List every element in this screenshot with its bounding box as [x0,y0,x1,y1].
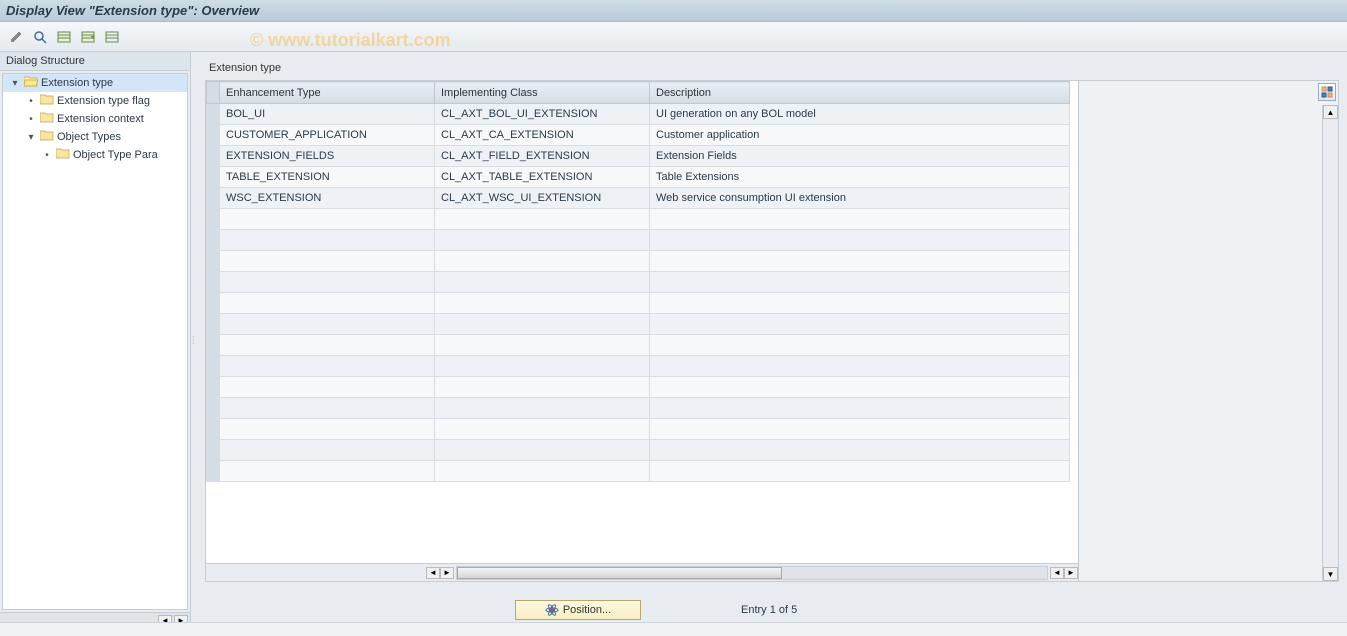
tree-item-label: Extension context [57,113,144,125]
tree-item[interactable]: • Extension type flag [3,92,187,110]
tree-item[interactable]: • Object Type Para [3,146,187,164]
cell-implementing-class[interactable]: CL_AXT_TABLE_EXTENSION [435,167,650,188]
col-header-description[interactable]: Description [650,82,1070,104]
cell-description[interactable]: UI generation on any BOL model [650,104,1070,125]
position-icon [545,603,559,617]
cell-description[interactable]: Customer application [650,125,1070,146]
folder-icon [21,76,41,90]
table-row-empty [207,209,1070,230]
folder-icon [37,130,57,144]
cell-enhancement-type[interactable]: TABLE_EXTENSION [220,167,435,188]
cell-implementing-class[interactable]: CL_AXT_FIELD_EXTENSION [435,146,650,167]
cell-description[interactable]: Web service consumption UI extension [650,188,1070,209]
cell-implementing-class[interactable]: CL_AXT_WSC_UI_EXTENSION [435,188,650,209]
print-button[interactable] [102,27,122,47]
table-row-empty [207,272,1070,293]
footer: Position... Entry 1 of 5 [205,600,1339,620]
tree-toggle-icon[interactable]: ▾ [25,132,37,143]
tree-item[interactable]: ▾ Object Types [3,128,187,146]
grid-wrap: Enhancement Type Implementing Class Desc… [205,80,1339,582]
sidebar-header: Dialog Structure [0,52,190,71]
table-row[interactable]: EXTENSION_FIELDSCL_AXT_FIELD_EXTENSIONEx… [207,146,1070,167]
tree-item[interactable]: ▾ Extension type [3,74,187,92]
folder-icon [37,112,57,126]
splitter[interactable]: ··· [191,52,197,628]
scroll-up-icon[interactable]: ▲ [1323,105,1338,119]
grip-icon: ··· [192,336,195,345]
content: Extension type Enhancement Type Implemen… [197,52,1347,628]
table-row-empty [207,251,1070,272]
scroll-left-icon[interactable]: ◄ [1050,567,1064,579]
scroll-down-icon[interactable]: ▼ [1323,567,1338,581]
folder-icon [53,148,73,162]
tree-item-label: Object Type Para [73,149,158,161]
table-row-empty [207,377,1070,398]
main-area: Dialog Structure ▾ Extension type • Extensi… [0,52,1347,628]
data-grid: Enhancement Type Implementing Class Desc… [206,81,1078,581]
scroll-right-icon[interactable]: ► [1064,567,1078,579]
table-row[interactable]: BOL_UICL_AXT_BOL_UI_EXTENSIONUI generati… [207,104,1070,125]
tree: ▾ Extension type • Extension type flag • Exte… [2,73,188,610]
expand-all-button[interactable] [54,27,74,47]
grid-hscroll[interactable]: ◄ ► ◄ ► [206,563,1078,581]
tree-item-label: Object Types [57,131,121,143]
sidebar: Dialog Structure ▾ Extension type • Extensi… [0,52,191,628]
col-header-implementing-class[interactable]: Implementing Class [435,82,650,104]
tree-item-label: Extension type flag [57,95,150,107]
table-row-empty [207,356,1070,377]
table-row-empty [207,419,1070,440]
table-row-empty [207,293,1070,314]
scrollbar-track[interactable] [456,566,1048,580]
scroll-left-icon[interactable]: ◄ [426,567,440,579]
grid-vscroll[interactable]: ▲ ▼ [1322,105,1338,581]
row-selector[interactable] [207,104,220,125]
table-row-empty [207,335,1070,356]
panel-title: Extension type [205,60,1339,76]
toggle-display-button[interactable] [6,27,26,47]
folder-icon [37,94,57,108]
table-row-empty [207,440,1070,461]
position-label: Position... [563,604,611,616]
tree-toggle-icon[interactable]: • [25,96,37,107]
cell-enhancement-type[interactable]: CUSTOMER_APPLICATION [220,125,435,146]
col-header-enhancement-type[interactable]: Enhancement Type [220,82,435,104]
tree-toggle-icon[interactable]: • [25,114,37,125]
table-row[interactable]: TABLE_EXTENSIONCL_AXT_TABLE_EXTENSIONTab… [207,167,1070,188]
table-row-empty [207,461,1070,482]
cell-description[interactable]: Table Extensions [650,167,1070,188]
row-selector[interactable] [207,188,220,209]
collapse-all-button[interactable] [78,27,98,47]
tree-toggle-icon[interactable]: ▾ [9,78,21,89]
toolbar [0,22,1347,52]
tree-item[interactable]: • Extension context [3,110,187,128]
grid-icon [1321,86,1333,98]
tree-item-label: Extension type [41,77,113,89]
cell-implementing-class[interactable]: CL_AXT_BOL_UI_EXTENSION [435,104,650,125]
cell-enhancement-type[interactable]: BOL_UI [220,104,435,125]
table-row[interactable]: CUSTOMER_APPLICATIONCL_AXT_CA_EXTENSIONC… [207,125,1070,146]
cell-enhancement-type[interactable]: WSC_EXTENSION [220,188,435,209]
entry-count: Entry 1 of 5 [741,604,797,616]
status-bar [0,622,1347,636]
cell-implementing-class[interactable]: CL_AXT_CA_EXTENSION [435,125,650,146]
table-row[interactable]: WSC_EXTENSIONCL_AXT_WSC_UI_EXTENSIONWeb … [207,188,1070,209]
row-selector[interactable] [207,125,220,146]
scrollbar-thumb[interactable] [457,567,782,579]
scroll-right-icon[interactable]: ► [440,567,454,579]
position-button[interactable]: Position... [515,600,641,620]
cell-description[interactable]: Extension Fields [650,146,1070,167]
table-row-empty [207,314,1070,335]
details-button[interactable] [30,27,50,47]
cell-enhancement-type[interactable]: EXTENSION_FIELDS [220,146,435,167]
table-row-empty [207,398,1070,419]
row-selector[interactable] [207,146,220,167]
tree-toggle-icon[interactable]: • [41,150,53,161]
table-settings-button[interactable] [1318,83,1336,101]
grid-empty-area: ▲ ▼ [1078,81,1338,581]
title-bar: Display View "Extension type": Overview [0,0,1347,22]
row-selector-header[interactable] [207,82,220,104]
row-selector[interactable] [207,167,220,188]
table-row-empty [207,230,1070,251]
page-title: Display View "Extension type": Overview [6,3,259,18]
